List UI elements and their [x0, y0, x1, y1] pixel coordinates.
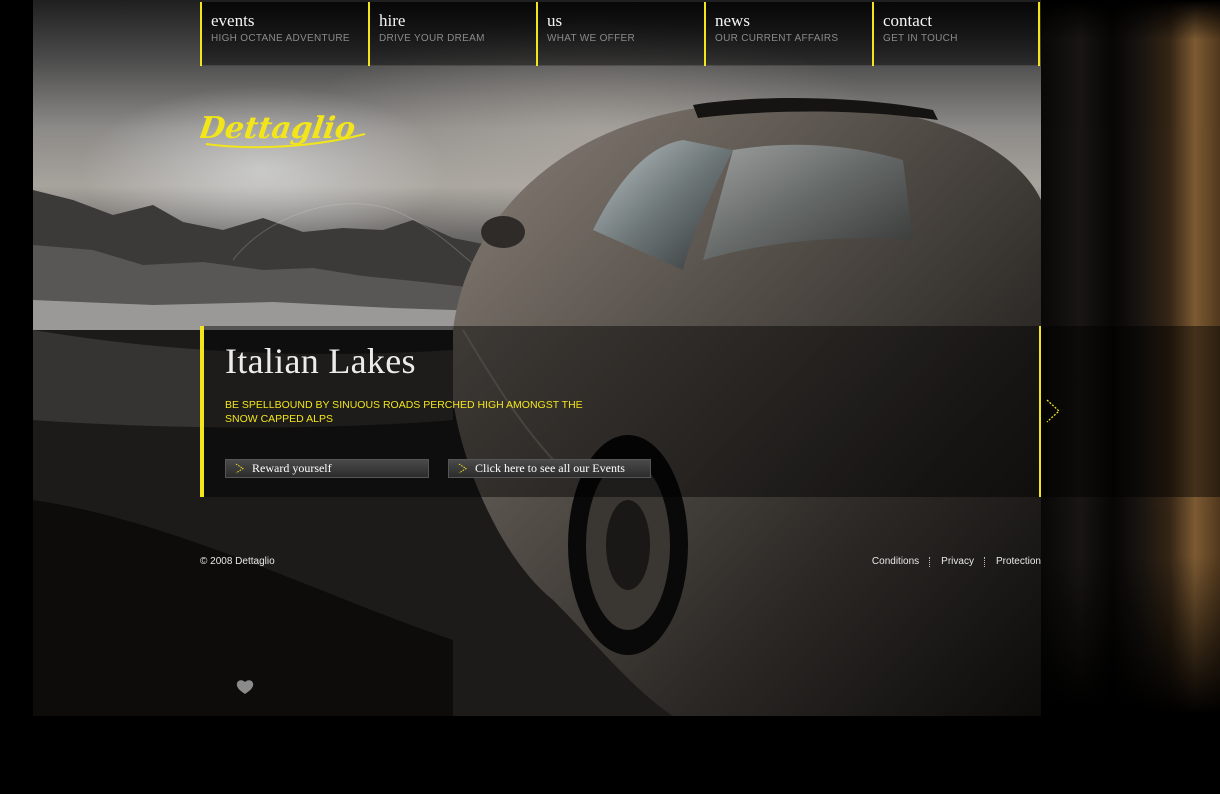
feature-title: Italian Lakes: [225, 341, 416, 381]
feature-accent-left: [200, 326, 204, 497]
nav-subtitle: GET IN TOUCH: [883, 33, 958, 44]
footer-link-protection[interactable]: Protection: [996, 556, 1041, 567]
footer-links: Conditions Privacy Protection: [872, 556, 1041, 567]
nav-subtitle: WHAT WE OFFER: [547, 33, 635, 44]
nav-title: hire: [379, 11, 406, 30]
footer-link-conditions[interactable]: Conditions: [872, 556, 919, 567]
arrow-right-icon: [235, 463, 244, 474]
feature-accent-right: [1039, 326, 1041, 497]
feature-description: BE SPELLBOUND BY SINUOUS ROADS PERCHED H…: [225, 399, 583, 425]
footer-separator: [983, 557, 986, 567]
copyright-text: © 2008 Dettaglio: [200, 556, 275, 567]
nav-title: us: [547, 11, 563, 30]
dettaglio-logo[interactable]: Dettaglio: [200, 108, 370, 152]
side-fade-bottom: [1041, 556, 1220, 716]
events-button-label: Click here to see all our Events: [475, 461, 625, 475]
nav-title: news: [715, 11, 750, 30]
nav-item-us[interactable]: us WHAT WE OFFER: [536, 2, 704, 66]
reward-button-label: Reward yourself: [252, 461, 332, 475]
nav-item-contact[interactable]: contact GET IN TOUCH: [872, 2, 1040, 66]
arrow-right-icon: [458, 463, 467, 474]
nav-title: events: [211, 11, 255, 30]
nav-divider: [200, 65, 1040, 66]
chevron-right-icon[interactable]: [1045, 398, 1061, 424]
heart-icon[interactable]: [235, 678, 255, 696]
see-all-events-button[interactable]: Click here to see all our Events: [448, 459, 651, 478]
nav-subtitle: DRIVE YOUR DREAM: [379, 33, 485, 44]
footer-link-privacy[interactable]: Privacy: [941, 556, 974, 567]
footer-separator: [929, 557, 931, 567]
reward-yourself-button[interactable]: Reward yourself: [225, 459, 429, 478]
nav-item-events[interactable]: events HIGH OCTANE ADVENTURE: [200, 2, 368, 66]
main-nav: events HIGH OCTANE ADVENTURE hire DRIVE …: [200, 2, 1040, 66]
nav-title: contact: [883, 11, 933, 30]
nav-item-news[interactable]: news OUR CURRENT AFFAIRS: [704, 2, 872, 66]
side-fade-top: [1041, 0, 1220, 40]
nav-subtitle: HIGH OCTANE ADVENTURE: [211, 33, 350, 44]
nav-item-hire[interactable]: hire DRIVE YOUR DREAM: [368, 2, 536, 66]
nav-subtitle: OUR CURRENT AFFAIRS: [715, 33, 839, 44]
